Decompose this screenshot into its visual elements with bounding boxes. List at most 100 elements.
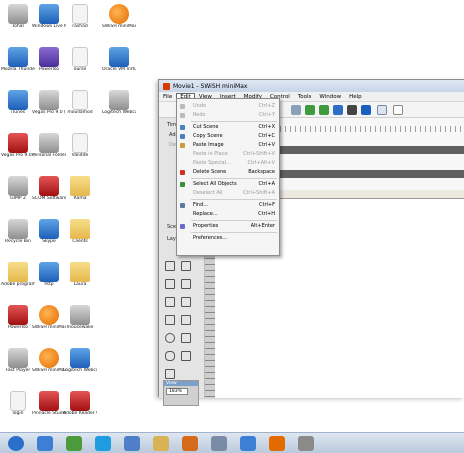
menu-item-properties[interactable]: Properties Alt+Enter [177,222,279,231]
app-icon [109,90,129,110]
hand-tool-icon[interactable] [181,351,192,361]
toolbar-button-1[interactable] [291,105,301,115]
app-icon [109,4,129,24]
desktop-icon[interactable]: Skype [33,219,65,257]
menu-item-preferences[interactable]: Preferences... [177,234,279,243]
paste-icon [180,143,185,148]
export-html-icon[interactable] [377,105,387,115]
menu-item-delete-scene[interactable]: Delete Scene Backspace [177,168,279,177]
menu-item-copy-scene[interactable]: Copy Scene Ctrl+C [177,132,279,141]
menu-item-find[interactable]: Find... Ctrl+F [177,201,279,210]
desktop-icon[interactable]: GIMP 2 [2,176,34,214]
menu-item-undo[interactable]: Undo Ctrl+Z [177,102,279,111]
menu-item-replace[interactable]: Replace... Ctrl+H [177,210,279,219]
desktop-icon[interactable]: Logitech Webcam HD [63,348,97,386]
menu-item-paste-image[interactable]: Paste Image Ctrl+V [177,141,279,150]
menu-item-label: Find... [193,202,209,208]
menu-item-redo[interactable]: Redo Ctrl+Y [177,111,279,120]
menu-tools[interactable]: Tools [294,94,316,100]
text-tool-icon[interactable] [181,279,192,289]
desktop-icon[interactable]: moullamod [64,90,96,128]
tools-icon[interactable] [298,436,314,451]
desktop-icon[interactable]: Vegas Pro 9.0 (64 bit) [1,133,35,171]
desktop-icon[interactable]: Logitech Webca… [102,90,136,128]
media-player-icon[interactable] [182,436,198,451]
menu-item-select-all-objects[interactable]: Select All Objects Ctrl+A [177,180,279,189]
desktop-icon[interactable]: PowerIso [33,47,65,85]
desktop-icon-label: Mozilla Thunderbird [1,67,35,72]
desktop-icon[interactable]: Fast Player [2,348,34,386]
line-tool-icon[interactable] [165,297,175,307]
desktop-icon[interactable]: PowerIso [2,305,34,343]
desktop-icon-label: Clients [72,239,88,244]
ie-icon[interactable] [37,436,53,451]
desktop-icon[interactable]: Oracle VM VirtualBox [102,47,136,85]
desktop-icon[interactable]: http [33,262,65,300]
desktop-icon[interactable]: iTunes [2,90,34,128]
desktop-icon[interactable]: Clients [64,219,96,257]
folder-icon [70,219,90,239]
menu-item-label: Paste Special... [193,160,231,166]
start-orb-icon[interactable] [8,436,24,451]
desktop-icon[interactable]: Validite [64,133,96,171]
app-icon [39,4,59,24]
menu-window[interactable]: Window [315,94,345,100]
explorer-icon[interactable] [153,436,169,451]
desktop-icon[interactable]: SCOM Software [32,176,66,214]
help-icon[interactable] [393,105,403,115]
desktop-icon[interactable]: Pinnacle Studio [32,391,66,429]
itunes-icon[interactable] [124,436,140,451]
skype-icon[interactable] [95,436,111,451]
swish-icon[interactable] [269,436,285,451]
desktop-icon[interactable]: mousewake [64,305,96,343]
desktop-icon-label: Fast Player [5,368,31,373]
fill-tool-icon[interactable] [165,279,175,289]
desktop-icon[interactable]: SWiSH miniMax [32,305,66,343]
desktop-icon[interactable]: Windows Live Mess… [32,4,66,42]
bezier-tool-icon[interactable] [181,315,192,325]
desktop-icon[interactable]: Adobe Reader 9 [63,391,97,429]
desktop-icon[interactable]: Tohal [2,4,34,42]
select-tool-icon[interactable] [165,261,175,271]
menu-item-paste-in-place[interactable]: Paste in Place Ctrl+Shift+V [177,150,279,159]
play-icon[interactable] [361,105,371,115]
rectangle-tool-icon[interactable] [181,333,192,343]
pencil-tool-icon[interactable] [181,297,192,307]
desktop-icon[interactable]: Recycle Bin [2,219,34,257]
desktop-icon[interactable]: Mozilla Thunderbird [1,47,35,85]
desktop-icon-label: Logitech Webca… [102,110,136,115]
menu-item-cut-scene[interactable]: Cut Scene Ctrl+X [177,123,279,132]
desktop-icon[interactable]: SWiSH miniMax [32,348,66,386]
desktop-icon[interactable]: Adobe programs [1,262,35,300]
insert-scene-icon[interactable] [305,105,315,115]
desktop-icon[interactable]: Rama [64,176,96,214]
menu-item-deselect-all[interactable]: Deselect All Ctrl+Shift+A [177,189,279,198]
menu-item-paste-special[interactable]: Paste Special... Ctrl+Alt+V [177,159,279,168]
title-bar[interactable]: Movie1 - SWiSH miniMax [159,80,464,92]
desktop-icon[interactable]: SWiSH miniMax [102,4,136,42]
zoom-select[interactable]: 183% [166,388,188,395]
rounded-rectangle-tool-icon[interactable] [165,351,175,361]
insert-image-icon[interactable] [333,105,343,115]
desktop-icon-label: login [12,411,24,416]
zoom-tool-icon[interactable] [165,369,175,379]
menu-file[interactable]: File [159,94,176,100]
pen-tool-icon[interactable] [165,315,175,325]
insert-text-icon[interactable] [319,105,329,115]
desktop-icon[interactable]: rashad [64,4,96,42]
desktop-icon[interactable]: login [2,391,34,429]
app-icon [8,348,28,368]
desktop-icon[interactable]: Laura [64,262,96,300]
desktop-icon[interactable]: ourse [64,47,96,85]
desktop-icon-label: Oracle VM VirtualBox [102,67,136,72]
desktop-icon[interactable]: Vegas Pro 9.0 (64 bit) [32,90,66,128]
ie-icon-2[interactable] [240,436,256,451]
chrome-icon[interactable] [66,436,82,451]
desktop-icon[interactable]: Personal Folder [32,133,66,171]
files-icon[interactable] [211,436,227,451]
subselect-tool-icon[interactable] [181,261,192,271]
desktop-icon-label: Adobe Reader 9 [63,411,97,416]
menu-help[interactable]: Help [345,94,366,100]
stop-icon[interactable] [347,105,357,115]
ellipse-tool-icon[interactable] [165,333,175,343]
